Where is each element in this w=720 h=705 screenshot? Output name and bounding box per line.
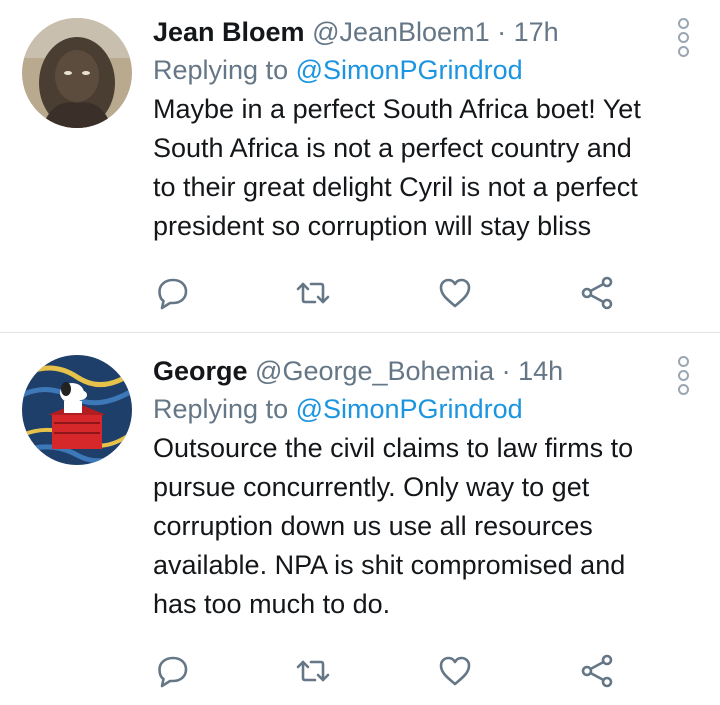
- replying-prefix: Replying to: [153, 394, 289, 424]
- tweet-header: Jean Bloem @JeanBloem1 · 17h: [153, 13, 680, 51]
- tweet-text-line: Maybe in a perfect South Africa boet! Ye…: [153, 94, 641, 124]
- share-icon[interactable]: [577, 273, 617, 313]
- tweet-actions: [153, 273, 633, 313]
- replying-to: Replying to @SimonPGrindrod: [153, 390, 680, 428]
- separator: ·: [489, 17, 514, 47]
- mention-link[interactable]: @SimonPGrindrod: [296, 394, 523, 424]
- tweet-body: Jean Bloem @JeanBloem1 · 17h Replying to…: [153, 13, 680, 246]
- tweet-text-line: corruption down us use all resources: [153, 511, 593, 541]
- tweet-text: Outsource the civil claims to law firms …: [153, 429, 680, 624]
- mention-link[interactable]: @SimonPGrindrod: [296, 55, 523, 85]
- tweet-text-line: president so corruption will stay bliss: [153, 211, 592, 241]
- tweet-text-line: Outsource the civil claims to law firms …: [153, 433, 634, 463]
- like-icon[interactable]: [435, 651, 475, 691]
- timestamp[interactable]: 17h: [514, 17, 559, 47]
- share-icon[interactable]: [577, 651, 617, 691]
- user-name[interactable]: Jean Bloem: [153, 17, 305, 47]
- tweet-text-line: South Africa is not a perfect country an…: [153, 133, 632, 163]
- tweet-text-line: to their great delight Cyril is not a pe…: [153, 172, 638, 202]
- retweet-icon[interactable]: [293, 273, 333, 313]
- tweet-card[interactable]: George @George_Bohemia · 14h Replying to…: [0, 333, 720, 705]
- avatar[interactable]: [22, 355, 132, 465]
- user-handle[interactable]: @George_Bohemia: [255, 356, 494, 386]
- replying-to: Replying to @SimonPGrindrod: [153, 51, 680, 89]
- separator: ·: [494, 356, 519, 386]
- more-options-icon[interactable]: [678, 356, 690, 398]
- retweet-icon[interactable]: [293, 651, 333, 691]
- reply-icon[interactable]: [153, 651, 193, 691]
- like-icon[interactable]: [435, 273, 475, 313]
- tweet-text-line: has too much to do.: [153, 589, 391, 619]
- tweet-header: George @George_Bohemia · 14h: [153, 352, 680, 390]
- user-handle[interactable]: @JeanBloem1: [312, 17, 490, 47]
- tweet-card[interactable]: Jean Bloem @JeanBloem1 · 17h Replying to…: [0, 0, 720, 332]
- replying-prefix: Replying to: [153, 55, 289, 85]
- avatar-image: [22, 355, 132, 465]
- reply-icon[interactable]: [153, 273, 193, 313]
- avatar[interactable]: [22, 18, 132, 128]
- tweet-text-line: available. NPA is shit compromised and: [153, 550, 626, 580]
- tweet-text: Maybe in a perfect South Africa boet! Ye…: [153, 90, 680, 246]
- tweet-actions: [153, 651, 633, 691]
- tweet-text-line: pursue concurrently. Only way to get: [153, 472, 590, 502]
- avatar-image: [22, 18, 132, 128]
- tweet-body: George @George_Bohemia · 14h Replying to…: [153, 352, 680, 624]
- user-name[interactable]: George: [153, 356, 248, 386]
- timestamp[interactable]: 14h: [518, 356, 563, 386]
